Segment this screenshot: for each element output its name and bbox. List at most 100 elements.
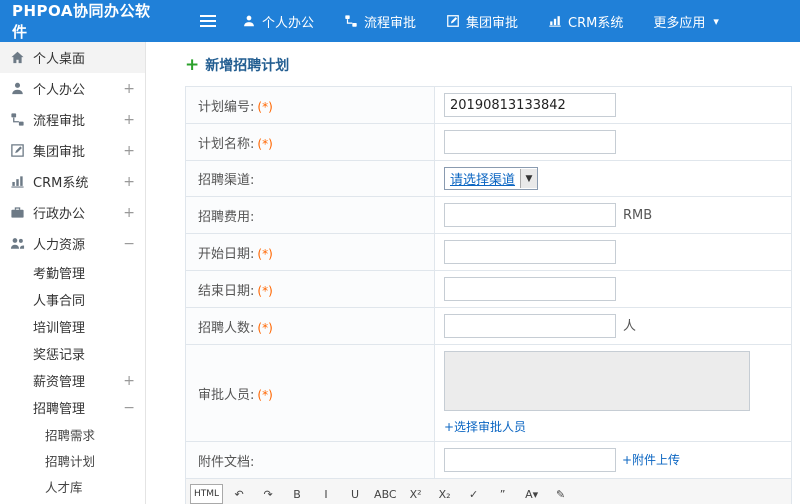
expand-plus-icon[interactable]: +	[123, 113, 135, 127]
sidebar-item-hr-contracts[interactable]: 人事合同	[0, 286, 145, 313]
expand-plus-icon[interactable]: +	[123, 206, 135, 220]
editor-toolbar-button[interactable]: ↷	[255, 483, 281, 504]
headcount-input[interactable]	[444, 314, 616, 338]
editor-toolbar-button[interactable]: I	[313, 483, 339, 504]
plan-name-input[interactable]	[444, 130, 616, 154]
plus-icon: +	[185, 54, 200, 75]
sidebar-item-recruitment-mgmt[interactable]: 招聘管理 −	[0, 394, 145, 421]
nav-label: 流程审批	[364, 15, 417, 31]
editor-toolbar-button[interactable]: ↶	[226, 483, 252, 504]
required-mark: (*)	[257, 387, 273, 402]
expand-plus-icon[interactable]: +	[123, 374, 135, 388]
editor-toolbar-button[interactable]: ✓	[461, 483, 487, 504]
nav-label: 集团审批	[466, 15, 519, 31]
edit-icon	[10, 143, 26, 159]
sidebar-item-crm[interactable]: CRM系统 +	[0, 166, 145, 197]
sidebar: 个人桌面 个人办公 + 流程审批 + 集团审批 + CRM系统 + 行政办公 +…	[0, 42, 146, 504]
sidebar-item-label: 行政办公	[33, 207, 86, 222]
nav-more-apps[interactable]: 更多应用 ▾	[653, 12, 719, 31]
expand-plus-icon[interactable]: +	[123, 144, 135, 158]
sidebar-item-admin-office[interactable]: 行政办公 +	[0, 197, 145, 228]
bar-chart-icon	[548, 14, 562, 28]
sidebar-item-label: 个人办公	[33, 83, 86, 98]
collapse-minus-icon[interactable]: −	[123, 237, 135, 251]
attachment-upload-link[interactable]: +附件上传	[622, 453, 680, 467]
editor-toolbar-button[interactable]: X²	[403, 483, 429, 504]
edit-icon	[446, 14, 460, 28]
main-content: + 新增招聘计划 计划编号:(*) 计划名称:(*) 招聘渠道: 请选择渠道	[146, 42, 800, 504]
editor-toolbar-button[interactable]: ✎	[548, 483, 574, 504]
field-label: 计划编号:	[198, 99, 255, 115]
sidebar-item-label: 集团审批	[33, 145, 86, 160]
nav-group-approval[interactable]: 集团审批	[446, 12, 518, 31]
form-row-headcount: 招聘人数: (*) 人	[185, 307, 792, 345]
sidebar-item-label: 招聘管理	[33, 402, 86, 417]
sidebar-item-personal-desktop[interactable]: 个人桌面	[0, 42, 145, 73]
sidebar-item-workflow-approval[interactable]: 流程审批 +	[0, 104, 145, 135]
nav-label: 个人办公	[262, 15, 315, 31]
sidebar-item-rewards[interactable]: 奖惩记录	[0, 340, 145, 367]
end-date-input[interactable]	[444, 277, 616, 301]
sidebar-item-group-approval[interactable]: 集团审批 +	[0, 135, 145, 166]
editor-toolbar-button[interactable]: U	[342, 483, 368, 504]
unit-suffix: 人	[623, 318, 637, 334]
sidebar-item-recruitment-needs[interactable]: 招聘需求	[0, 421, 145, 447]
form-row-start-date: 开始日期: (*)	[185, 233, 792, 271]
editor-toolbar-button[interactable]: A▾	[519, 483, 545, 504]
sidebar-item-attendance[interactable]: 考勤管理	[0, 259, 145, 286]
fee-input[interactable]	[444, 203, 616, 227]
person-icon	[10, 81, 26, 97]
start-date-input[interactable]	[444, 240, 616, 264]
attachment-input[interactable]	[444, 448, 616, 472]
nav-crm-system[interactable]: CRM系统	[548, 12, 623, 31]
editor-toolbar-button[interactable]: X₂	[432, 483, 458, 504]
form-row-channel: 招聘渠道: 请选择渠道 ▼	[185, 160, 792, 197]
sidebar-item-label: 招聘计划	[45, 453, 96, 469]
required-mark: (*)	[257, 320, 273, 335]
person-icon	[242, 14, 256, 28]
sidebar-item-label: 薪资管理	[33, 375, 86, 390]
top-navigation: 个人办公 流程审批 集团审批 CRM系统 更多应用 ▾	[242, 12, 719, 31]
sidebar-item-label: 奖惩记录	[33, 348, 86, 363]
form-row-plan-number: 计划编号: (*)	[185, 86, 792, 124]
approvers-textarea[interactable]	[444, 351, 750, 411]
app-logo: PHPOA协同办公软件	[12, 2, 151, 41]
expand-plus-icon[interactable]: +	[123, 175, 135, 189]
field-label: 招聘费用:	[198, 209, 255, 225]
sidebar-item-label: 人才库	[45, 479, 83, 495]
sidebar-item-label: 人力资源	[33, 238, 86, 253]
form-row-editor: HTML ↶↷BIUABCX²X₂✓”A▾✎ 自定义标题 ▾段落格式 ▾字体 ▾…	[185, 478, 792, 504]
workflow-icon	[10, 112, 26, 128]
sidebar-item-recruitment-plan[interactable]: 招聘计划	[0, 447, 145, 473]
channel-select[interactable]: 请选择渠道 ▼	[444, 167, 539, 190]
expand-plus-icon[interactable]: +	[123, 82, 135, 96]
editor-toolbar-button[interactable]: ABC	[371, 483, 400, 504]
editor-html-mode-button[interactable]: HTML	[190, 484, 224, 504]
nav-workflow-approval[interactable]: 流程审批	[344, 12, 416, 31]
hamburger-menu-icon[interactable]	[200, 15, 216, 27]
field-label: 结束日期:	[198, 283, 255, 299]
select-approvers-link[interactable]: +选择审批人员	[444, 418, 782, 435]
field-label: 附件文档:	[198, 454, 255, 470]
sidebar-item-training[interactable]: 培训管理	[0, 313, 145, 340]
collapse-minus-icon[interactable]: −	[123, 401, 135, 415]
required-mark: (*)	[257, 136, 273, 151]
required-mark: (*)	[257, 246, 273, 261]
sidebar-item-personal-office[interactable]: 个人办公 +	[0, 73, 145, 104]
field-label: 招聘人数:	[198, 320, 255, 336]
bar-chart-icon	[10, 174, 26, 190]
recruitment-plan-form: 计划编号:(*) 计划名称:(*) 招聘渠道: 请选择渠道 ▼	[185, 86, 792, 504]
form-row-fee: 招聘费用: RMB	[185, 196, 792, 234]
field-label: 审批人员:	[198, 387, 255, 403]
form-row-approvers: 审批人员: (*) +选择审批人员	[185, 344, 792, 442]
sidebar-item-human-resources[interactable]: 人力资源 −	[0, 228, 145, 259]
sidebar-item-talent-pool[interactable]: 人才库	[0, 473, 145, 499]
plan-number-input[interactable]	[444, 93, 616, 117]
sidebar-item-payroll[interactable]: 薪资管理 +	[0, 367, 145, 394]
sidebar-item-label: 流程审批	[33, 114, 86, 129]
editor-toolbar-button[interactable]: B	[284, 483, 310, 504]
nav-label: CRM系统	[568, 15, 624, 31]
nav-personal-office[interactable]: 个人办公	[242, 12, 314, 31]
editor-toolbar-button[interactable]: ”	[490, 483, 516, 504]
sidebar-item-label: 招聘需求	[45, 427, 96, 443]
